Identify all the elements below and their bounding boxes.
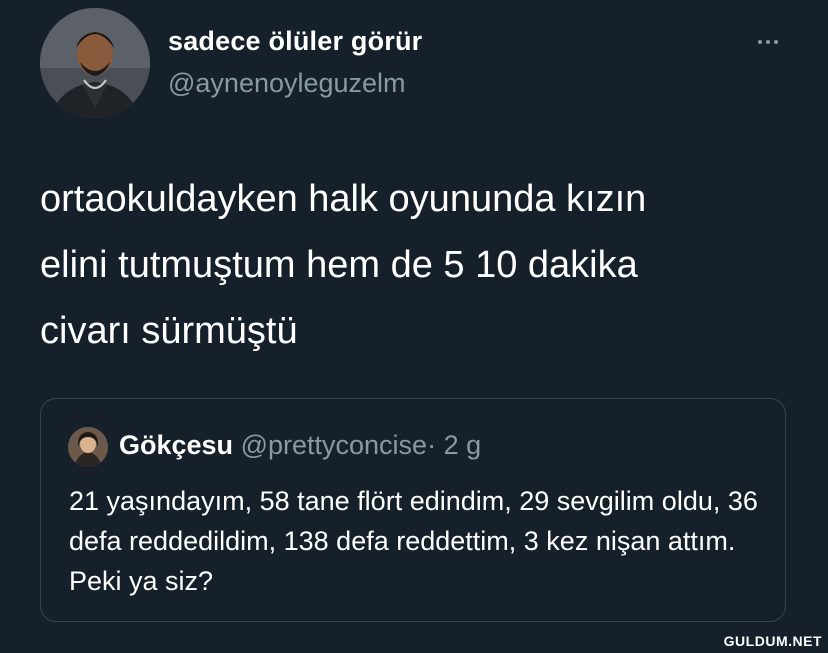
more-horizontal-icon-dot-2 [766, 40, 770, 44]
author-avatar[interactable] [40, 8, 150, 118]
quoted-tweet-text: 21 yaşındayım, 58 tane flört edindim, 29… [69, 486, 758, 596]
quoted-tweet-card[interactable]: Gökçesu @prettyconcise· 2 g 21 yaşındayı… [40, 398, 786, 622]
quoted-tweet-time[interactable]: 2 g [444, 430, 482, 460]
tweet-text: ortaokuldayken halk oyununda kızın elini… [40, 178, 647, 352]
more-options-button[interactable] [748, 28, 788, 56]
quoted-author-display-name[interactable]: Gökçesu [119, 430, 233, 460]
quoted-author-handle[interactable]: @prettyconcise [241, 430, 427, 460]
more-horizontal-icon-dot-3 [774, 40, 778, 44]
quoted-author-avatar[interactable] [68, 427, 108, 467]
author-handle[interactable]: @aynenoyleguzelm [168, 68, 406, 99]
site-watermark: GULDUM.NET [723, 633, 822, 649]
more-horizontal-icon-dot-1 [758, 40, 762, 44]
header-separator: · [427, 430, 437, 460]
quoted-tweet-header: Gökçesu @prettyconcise· 2 g [119, 430, 481, 461]
author-display-name[interactable]: sadece ölüler görür [168, 26, 422, 57]
